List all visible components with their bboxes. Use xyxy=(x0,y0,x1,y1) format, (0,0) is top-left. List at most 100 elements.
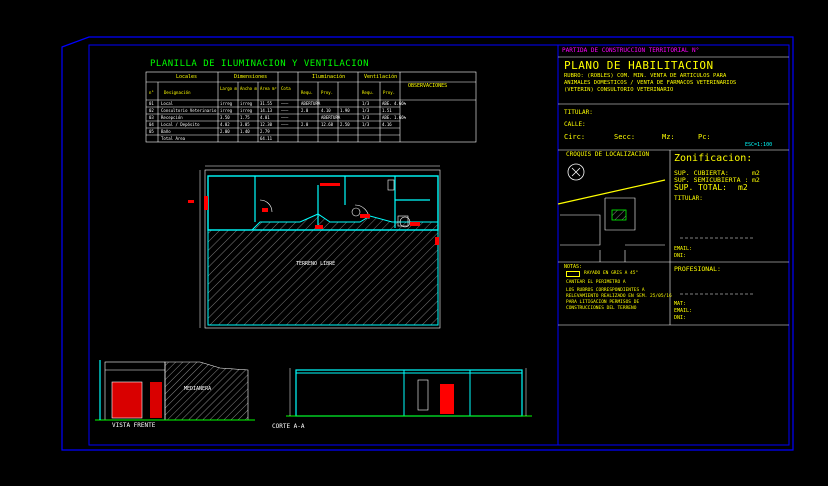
col-dimensiones: Dimensiones xyxy=(234,74,268,80)
note-3b: RELEVAMIENTO REALIZADO EN SEM. 25/05/16 xyxy=(566,294,672,299)
note-3d: CONSTRUCCIONES DEL TERRENO xyxy=(566,306,637,311)
section-label: CORTE A-A xyxy=(272,423,305,430)
table-cell-largo: irreg xyxy=(220,108,233,113)
note-3a: LOS RUBROS CORRESPONDIENTES A xyxy=(566,288,645,293)
location-sketch xyxy=(557,163,666,262)
table-cell-name: Total Area xyxy=(161,136,186,141)
table-cell-name: Recepción xyxy=(161,115,183,120)
table-cell-ancho: irreg xyxy=(240,101,253,106)
note-2: CANTEAR EL PERIMETRO A xyxy=(566,280,626,285)
table-cell-b: 4.10 xyxy=(321,108,331,113)
table-cell-ancho: 1.40 xyxy=(240,129,250,134)
col-proy-vent: Proy. xyxy=(383,90,396,95)
terrain-label: TERRENO LIBRE xyxy=(296,261,336,267)
table-cell-e: ABE. 4.66% xyxy=(382,101,407,106)
table-cell-e: 4.16 xyxy=(382,122,392,127)
table-cell-c: 1.90 xyxy=(340,108,350,113)
col-observaciones: OBSERVACIONES xyxy=(408,83,448,89)
table-cell-area: 64.11 xyxy=(260,136,273,141)
col-iluminacion: Iluminación xyxy=(312,74,346,80)
table-cell-n: 03 xyxy=(149,115,154,120)
table-cell-area: 4.01 xyxy=(260,115,270,120)
table-cell-name: Baño xyxy=(161,129,171,134)
col-cota: Cota xyxy=(281,86,291,91)
col-ancho: Ancho m xyxy=(240,86,257,91)
mat-label: MAT: xyxy=(674,301,687,307)
email1-label: EMAIL: xyxy=(674,246,693,252)
profesional-label: PROFESIONAL: xyxy=(674,265,721,273)
table-cell-largo: 2.00 xyxy=(220,129,230,134)
table-cell-c: 2.50 xyxy=(340,122,350,127)
col-area: Area m² xyxy=(260,86,277,91)
table-cell-ancho: 1.75 xyxy=(240,115,250,120)
col-largo: Largo m xyxy=(220,86,237,91)
table-cell-n: 02 xyxy=(149,108,154,113)
table-cell-name: Local xyxy=(161,101,174,106)
col-n: n° xyxy=(149,90,154,95)
zonification-label: Zonificacion: xyxy=(674,153,753,164)
front-view-label: VISTA FRENTE xyxy=(112,422,156,429)
table-cell-largo: 3.50 xyxy=(220,115,230,120)
table-cell-largo: 4.02 xyxy=(220,122,230,127)
table-cell-area: 31.55 xyxy=(260,101,273,106)
table-cell-area: 2.79 xyxy=(260,129,270,134)
table-cell-area: 12.30 xyxy=(260,122,273,127)
table-cell-cota: ——— xyxy=(281,122,289,127)
scale-label: ESC=1:100 xyxy=(745,142,773,148)
calle-label: CALLE: xyxy=(564,121,586,128)
col-proy-ilum: Proy. xyxy=(321,90,334,95)
title-block-header: PARTIDA DE CONSTRUCCION TERRITORIAL N° xyxy=(562,47,700,54)
table-cell-b: 12.68 xyxy=(321,122,334,127)
col-locales: Locales xyxy=(176,74,198,80)
neighbor-label: MEDIANERA xyxy=(184,386,212,392)
table-cell-n: 05 xyxy=(149,129,154,134)
email2-label: EMAIL: xyxy=(674,308,693,314)
plan-title: PLANO DE HABILITACION xyxy=(564,59,714,72)
table-cell-cota: ——— xyxy=(281,101,289,106)
sup-total-unit: m2 xyxy=(738,183,748,192)
table-cell-d: 1/3 xyxy=(362,108,370,113)
table-cell-cota: ——— xyxy=(281,115,289,120)
note-3c: PARA LITIGACION PERMISOS DE xyxy=(566,300,640,305)
dni1-label: DNI: xyxy=(674,253,687,259)
sup-total: SUP. TOTAL: xyxy=(674,183,727,192)
dni2-label: DNI: xyxy=(674,315,687,321)
table-cell-d: 1/3 xyxy=(362,122,370,127)
table-cell-name: Local / Depósito xyxy=(161,122,200,127)
col-ventilacion: Ventilación xyxy=(364,74,398,80)
mz-label: Mz: xyxy=(662,133,675,141)
rubro-line-1: RUBRO: (ROBLES) COM. MIN. VENTA DE ARTIC… xyxy=(564,73,727,79)
sup-semicubierta-unit: m2 xyxy=(752,176,760,184)
table-cell-d: 1/3 xyxy=(362,101,370,106)
table-cell-n: 01 xyxy=(149,101,154,106)
pc-label: Pc: xyxy=(698,133,711,141)
table-cell-b: ABERTURA xyxy=(321,115,341,120)
table-cell-d: 1/3 xyxy=(362,115,370,120)
table-cell-cota: ——— xyxy=(281,108,289,113)
rubro-line-2: ANIMALES DOMESTICOS / VENTA DE FARMACOS … xyxy=(564,80,737,86)
titular2-label: TITULAR: xyxy=(674,195,703,202)
rubro-line-3: (VETERIN) CONSULTORIO VETERINARIO xyxy=(564,87,674,93)
floor-plan xyxy=(188,165,441,329)
location-heading: CROQUIS DE LOCALIZACION xyxy=(566,151,650,158)
col-req-ilum: Requ. xyxy=(301,90,314,95)
table-cell-a: 2.0 xyxy=(301,122,309,127)
table-cell-name: Consultorio Veterinario xyxy=(161,108,217,113)
secc-label: Secc: xyxy=(614,133,636,141)
table-cell-ancho: irreg xyxy=(240,108,253,113)
table-cell-largo: irreg xyxy=(220,101,233,106)
titular-label: TITULAR: xyxy=(564,109,593,116)
col-req-vent: Requ. xyxy=(362,90,375,95)
front-elevation xyxy=(95,360,255,421)
notes-heading: NOTAS: xyxy=(564,264,583,270)
table-cell-n: 04 xyxy=(149,122,154,127)
table-cell-e: ABE. 1.66% xyxy=(382,115,407,120)
table-cell-a: 2.0 xyxy=(301,108,309,113)
section-a-a xyxy=(286,368,532,417)
note-1: RAYADO EN GRIS A 45° xyxy=(584,271,639,276)
table-cell-e: 1.51 xyxy=(382,108,392,113)
table-cell-a: ABERTURA xyxy=(301,101,321,106)
table-title: PLANILLA DE ILUMINACION Y VENTILACION xyxy=(150,59,369,69)
table-cell-ancho: 3.05 xyxy=(240,122,250,127)
col-designacion: Designación xyxy=(164,90,191,95)
